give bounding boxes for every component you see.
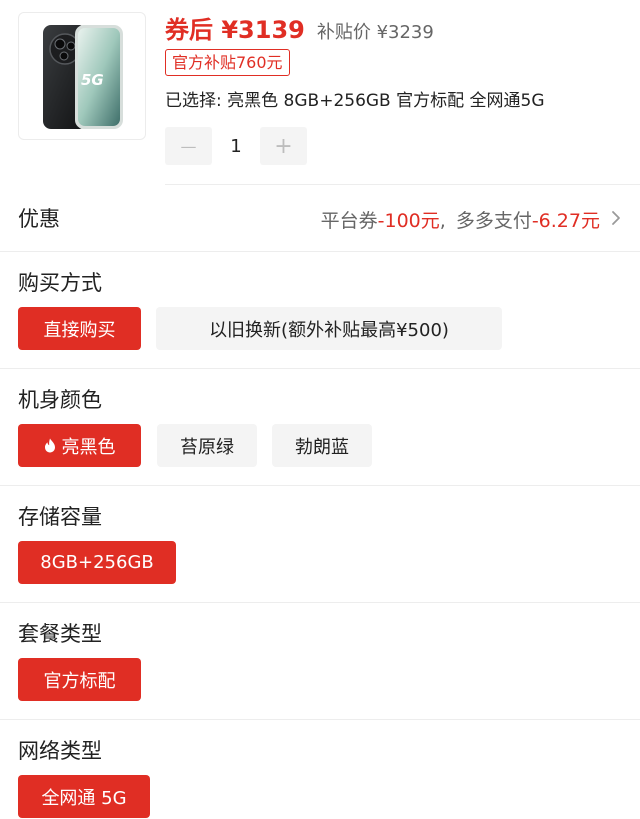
option-direct-buy[interactable]: 直接购买 — [18, 307, 141, 350]
promo-row[interactable]: 优惠 平台券-100元, 多多支付-6.27元 — [0, 186, 640, 250]
selected-value: 亮黑色 8GB+256GB 官方标配 全网通5G — [227, 91, 545, 111]
body-color-title: 机身颜色 — [18, 388, 102, 412]
promo-detail: 平台券-100元, 多多支付-6.27元 — [321, 206, 600, 233]
decrement-button[interactable]: — — [165, 127, 212, 165]
storage-title: 存储容量 — [18, 505, 102, 529]
plus-icon: + — [274, 133, 293, 159]
option-color-black-label: 亮黑色 — [61, 436, 116, 458]
chevron-right-icon — [612, 211, 620, 225]
option-trade-in[interactable]: 以旧换新(额外补贴最高¥500) — [156, 307, 502, 350]
network-title: 网络类型 — [18, 739, 102, 763]
divider — [0, 719, 640, 720]
subsidy-badge: 官方补贴760元 — [165, 49, 290, 76]
product-thumbnail[interactable]: 5G — [18, 12, 146, 140]
divider — [0, 485, 640, 486]
divider — [0, 251, 640, 252]
increment-button[interactable]: + — [260, 127, 307, 165]
coupon-price: 券后 ¥3139 — [165, 16, 305, 44]
pay-label: 多多支付 — [455, 210, 532, 232]
quantity-value[interactable]: 1 — [212, 136, 260, 157]
product-header: 5G 券后 ¥3139 补贴价 ¥3239 官方补贴760元 已选择: 亮黑色 … — [0, 0, 640, 185]
promo-separator: , — [439, 210, 446, 232]
option-network-5g[interactable]: 全网通 5G — [18, 775, 150, 818]
option-color-black[interactable]: 亮黑色 — [18, 424, 141, 467]
option-color-blue[interactable]: 勃朗蓝 — [272, 424, 372, 467]
platform-coupon-value: -100元 — [377, 210, 440, 232]
option-package-standard[interactable]: 官方标配 — [18, 658, 141, 701]
divider — [0, 602, 640, 603]
flame-icon — [44, 438, 55, 453]
pay-value: -6.27元 — [531, 210, 600, 232]
divider — [165, 184, 640, 185]
selected-prefix: 已选择: — [165, 91, 222, 111]
promo-label: 优惠 — [18, 207, 60, 231]
selected-summary: 已选择: 亮黑色 8GB+256GB 官方标配 全网通5G — [165, 86, 545, 111]
subsidy-price: 补贴价 ¥3239 — [316, 22, 434, 43]
package-title: 套餐类型 — [18, 622, 102, 646]
option-storage-256[interactable]: 8GB+256GB — [18, 541, 176, 584]
option-color-green[interactable]: 苔原绿 — [157, 424, 257, 467]
thumbnail-5g-text: 5G — [81, 71, 104, 89]
divider — [0, 368, 640, 369]
purchase-method-title: 购买方式 — [18, 271, 102, 295]
minus-icon: — — [180, 136, 197, 156]
platform-coupon-label: 平台券 — [320, 210, 378, 232]
quantity-stepper: — 1 + — [165, 127, 307, 165]
phone-image: 5G — [43, 25, 123, 129]
price-line: 券后 ¥3139 补贴价 ¥3239 — [165, 10, 434, 44]
